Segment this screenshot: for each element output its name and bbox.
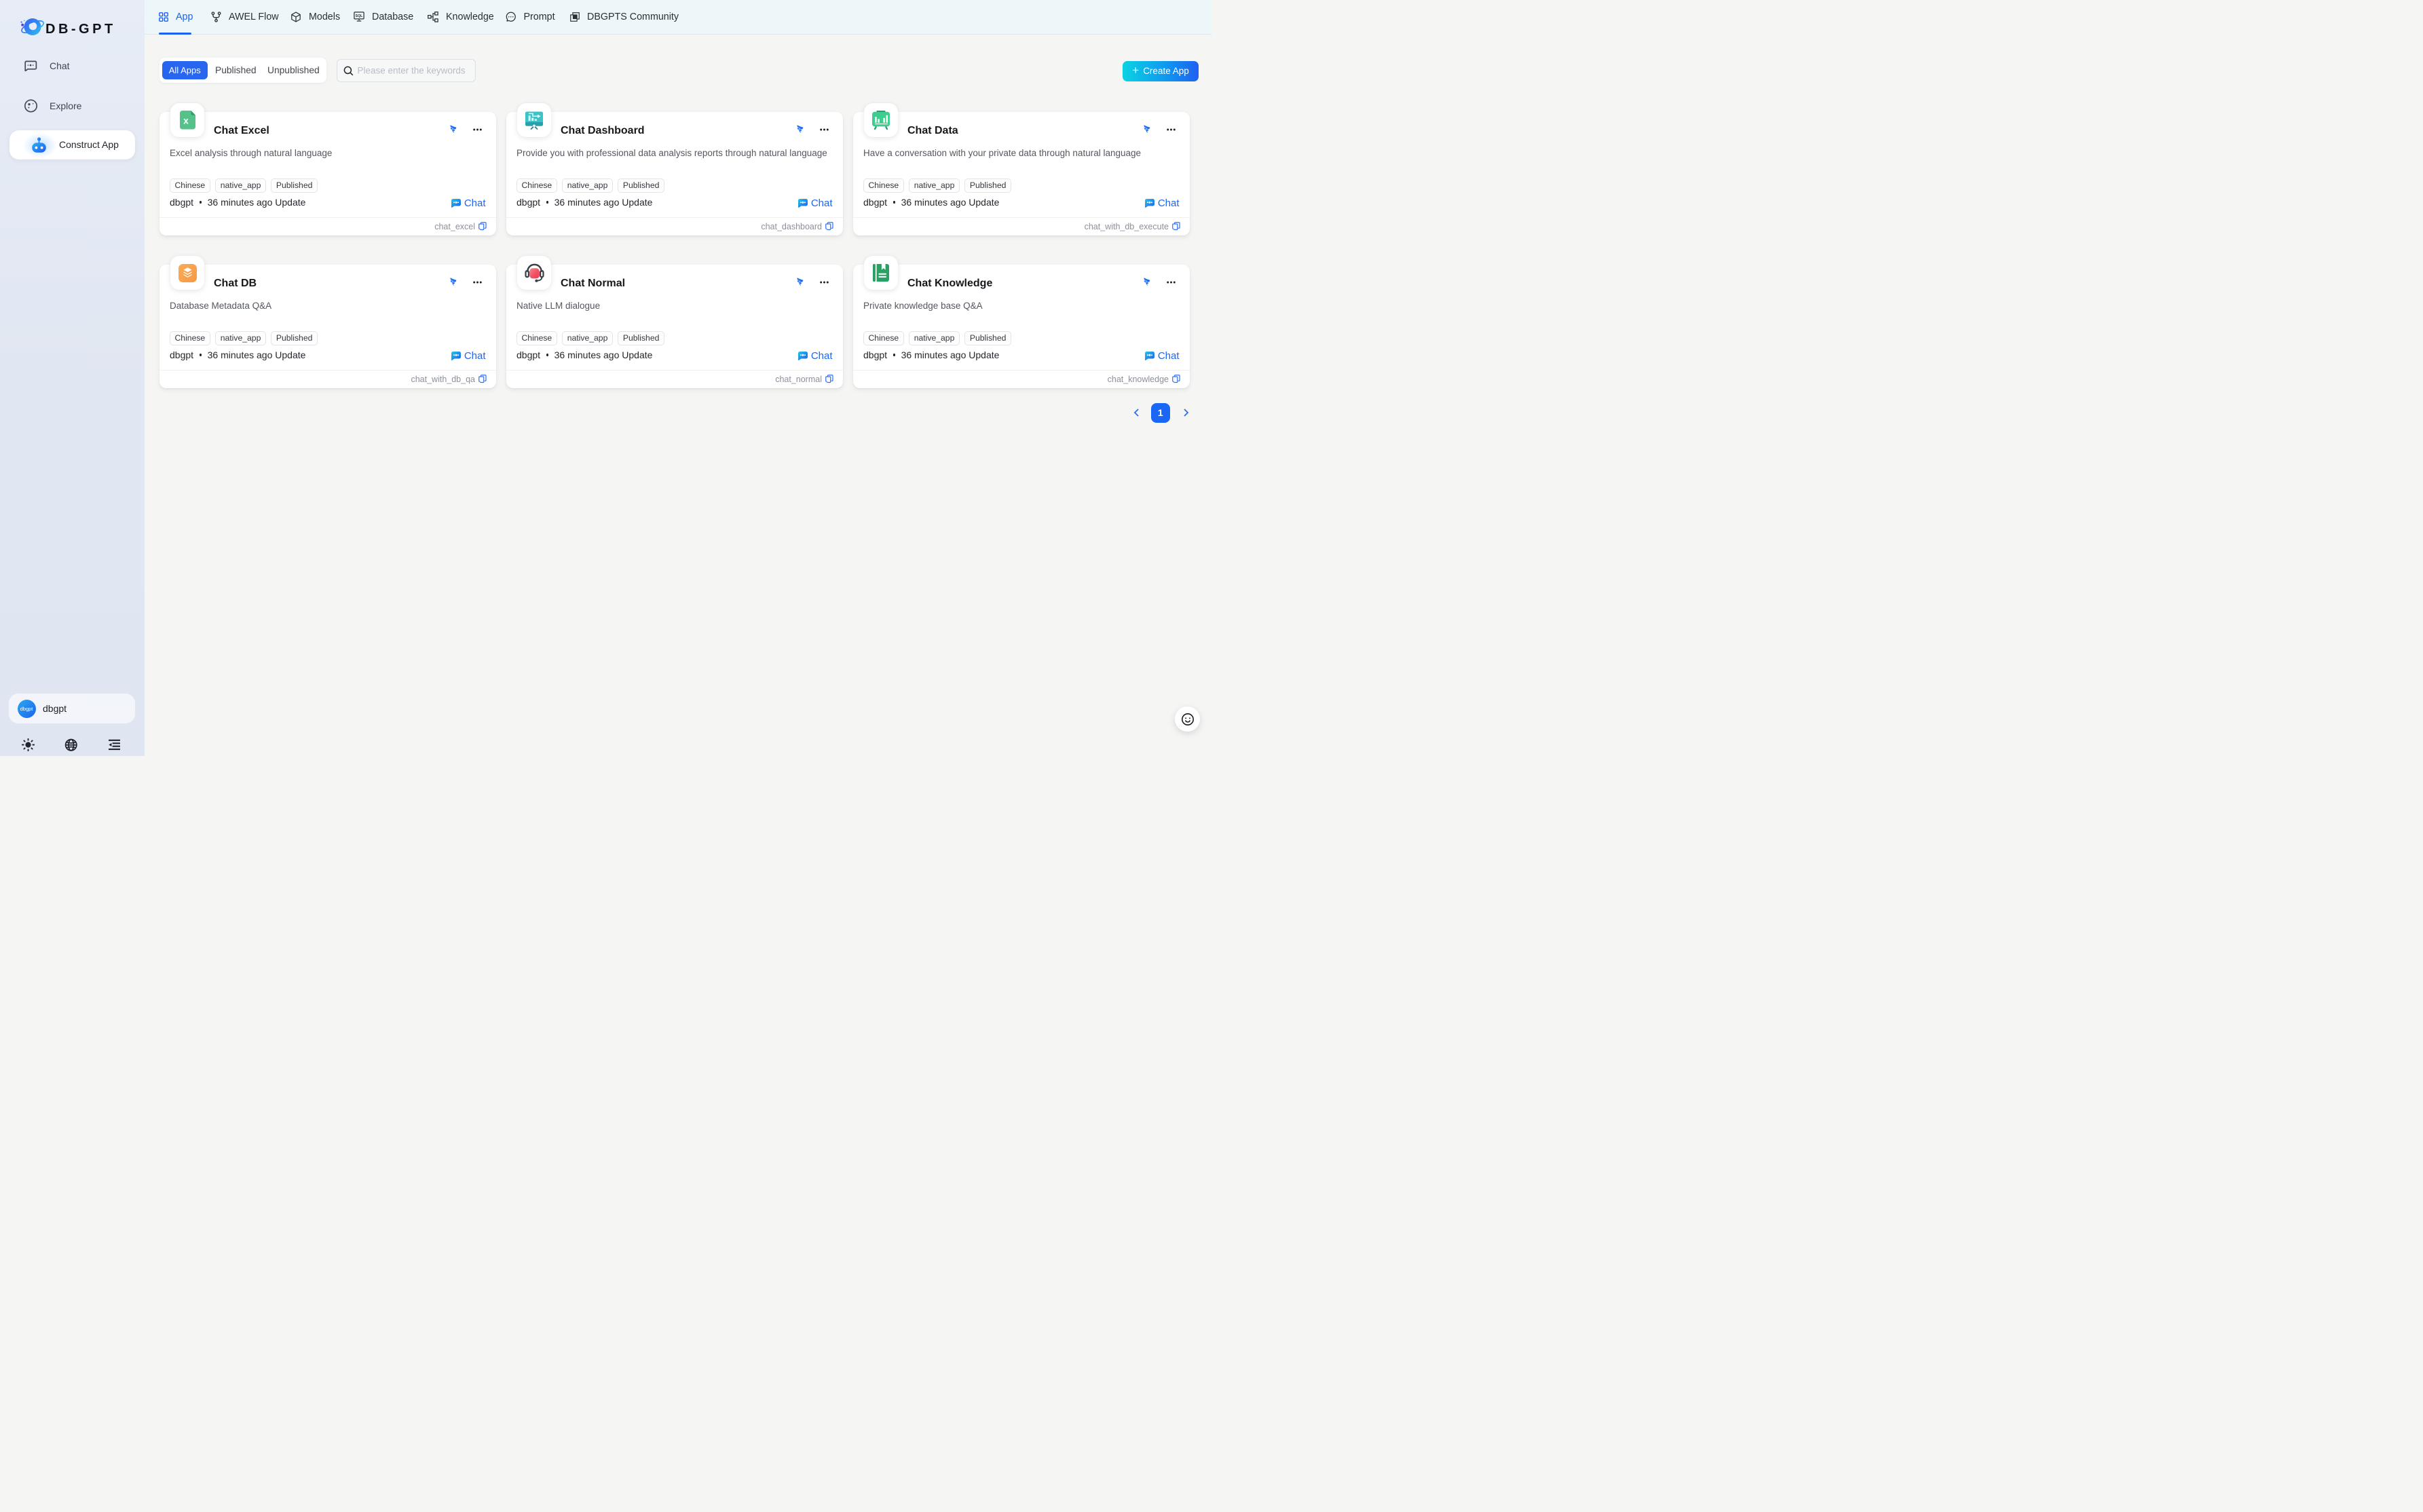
svg-text:x: x xyxy=(183,116,189,126)
svg-text:SQL: SQL xyxy=(356,14,363,18)
